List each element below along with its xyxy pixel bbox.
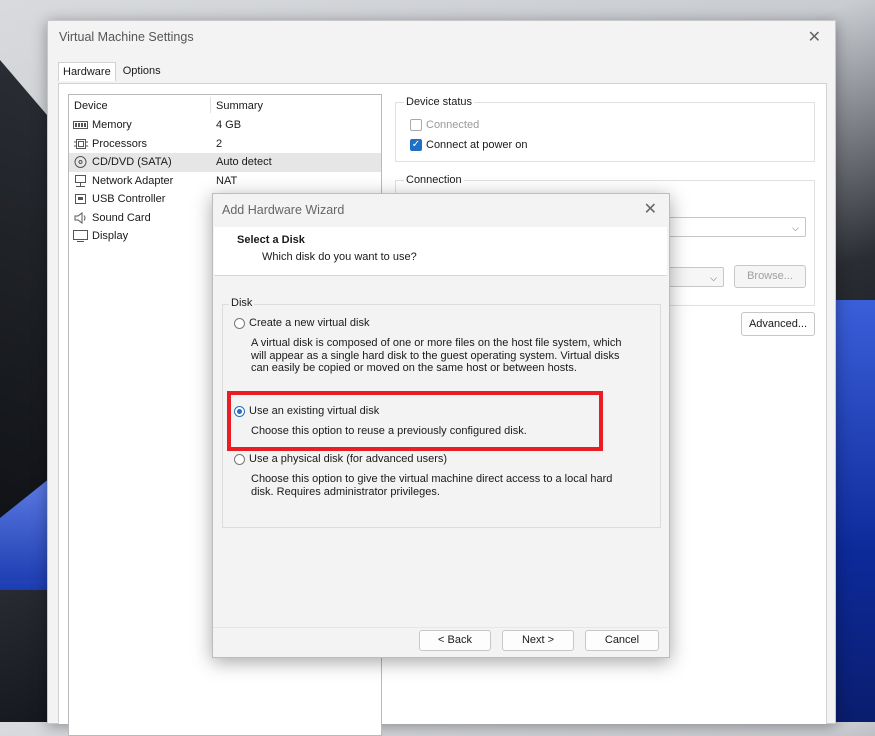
tab-hardware[interactable]: Hardware <box>58 62 116 81</box>
description-line: will appear as a single hard disk to the… <box>251 349 620 362</box>
close-icon[interactable]: ✕ <box>644 199 657 219</box>
device-status-group: Device status Connected ✓ Connect at pow… <box>395 96 815 162</box>
connection-label: Connection <box>404 174 464 186</box>
window-titlebar[interactable]: Virtual Machine Settings ✕ <box>48 21 835 55</box>
back-button[interactable]: < Back <box>419 630 491 651</box>
device-name: Network Adapter <box>92 174 174 187</box>
create-new-disk-label: Create a new virtual disk <box>249 317 370 329</box>
device-name: Processors <box>92 137 148 150</box>
close-icon[interactable]: ✕ <box>808 27 821 47</box>
tab-options[interactable]: Options <box>119 62 165 80</box>
create-new-disk-description: A virtual disk is composed of one or mor… <box>251 337 651 375</box>
device-summary: 2 <box>216 137 223 150</box>
wizard-header: Select a Disk Which disk do you want to … <box>214 227 667 276</box>
add-hardware-wizard-dialog: Add Hardware Wizard ✕ Select a Disk Whic… <box>212 193 670 658</box>
display-icon <box>73 230 88 242</box>
device-row-processors[interactable]: Processors 2 <box>69 135 381 154</box>
description-line: Choose this option to reuse a previously… <box>251 425 527 437</box>
connected-checkbox-row[interactable]: Connected <box>410 117 479 133</box>
use-physical-disk-radio[interactable] <box>234 453 245 465</box>
use-existing-disk-option[interactable]: Use an existing virtual disk <box>234 405 379 417</box>
device-row-cd-dvd[interactable]: CD/DVD (SATA) Auto detect <box>69 153 381 172</box>
footer-divider <box>213 627 667 628</box>
chevron-down-icon: ⌵ <box>710 273 717 283</box>
device-summary: Auto detect <box>216 156 272 168</box>
cancel-button[interactable]: Cancel <box>585 630 659 651</box>
column-separator[interactable] <box>210 97 211 113</box>
device-list-header: Device Summary <box>69 95 381 116</box>
sound-card-icon <box>74 211 86 224</box>
use-physical-disk-description: Choose this option to give the virtual m… <box>251 473 651 498</box>
highlight-box <box>227 391 603 451</box>
connect-at-power-on-checkbox[interactable]: ✓ <box>410 139 422 151</box>
device-summary: NAT <box>216 174 238 187</box>
create-new-disk-radio[interactable] <box>234 317 245 329</box>
network-adapter-icon <box>75 174 86 187</box>
device-status-label: Device status <box>404 96 475 108</box>
usb-icon <box>75 194 86 204</box>
next-button[interactable]: Next > <box>502 630 574 651</box>
connect-at-power-on-row[interactable]: ✓ Connect at power on <box>410 137 528 153</box>
window-title: Virtual Machine Settings <box>59 30 194 44</box>
wizard-title: Add Hardware Wizard <box>222 203 345 217</box>
column-header-summary[interactable]: Summary <box>216 100 263 112</box>
device-name: Display <box>92 230 129 242</box>
description-line: A virtual disk is composed of one or mor… <box>251 337 622 349</box>
device-name: CD/DVD (SATA) <box>92 156 172 168</box>
chevron-down-icon: ⌵ <box>792 223 799 233</box>
device-row-network-adapter[interactable]: Network Adapter NAT <box>69 172 381 191</box>
memory-icon <box>73 121 88 129</box>
processor-icon <box>74 138 88 149</box>
device-summary: 4 GB <box>216 119 242 131</box>
wizard-subheading: Which disk do you want to use? <box>262 251 417 263</box>
device-name: Sound Card <box>92 211 151 224</box>
connected-label: Connected <box>426 119 480 131</box>
use-existing-disk-radio[interactable] <box>234 405 245 417</box>
tab-strip: Hardware Options <box>58 61 165 83</box>
device-row-memory[interactable]: Memory 4 GB <box>69 116 381 135</box>
use-existing-disk-label: Use an existing virtual disk <box>249 405 380 417</box>
device-name: USB Controller <box>92 193 166 205</box>
disk-options-group: Disk Create a new virtual disk A virtual… <box>222 297 661 528</box>
use-physical-disk-option[interactable]: Use a physical disk (for advanced users) <box>234 453 447 465</box>
description-line: Choose this option to give the virtual m… <box>251 473 613 485</box>
create-new-disk-option[interactable]: Create a new virtual disk <box>234 317 369 329</box>
description-line: can easily be copied or moved on the sam… <box>251 362 577 374</box>
disk-group-label: Disk <box>229 297 255 309</box>
column-header-device[interactable]: Device <box>74 100 108 112</box>
wizard-heading: Select a Disk <box>237 234 305 246</box>
cd-dvd-icon <box>74 156 87 168</box>
connect-at-power-on-label: Connect at power on <box>426 139 528 151</box>
use-existing-disk-description: Choose this option to reuse a previously… <box>251 425 651 438</box>
device-name: Memory <box>92 119 132 131</box>
description-line: disk. Requires administrator privileges. <box>251 485 440 498</box>
use-physical-disk-label: Use a physical disk (for advanced users) <box>249 453 448 465</box>
advanced-button[interactable]: Advanced... <box>741 312 815 336</box>
browse-button[interactable]: Browse... <box>734 265 806 288</box>
connected-checkbox[interactable] <box>410 119 422 131</box>
